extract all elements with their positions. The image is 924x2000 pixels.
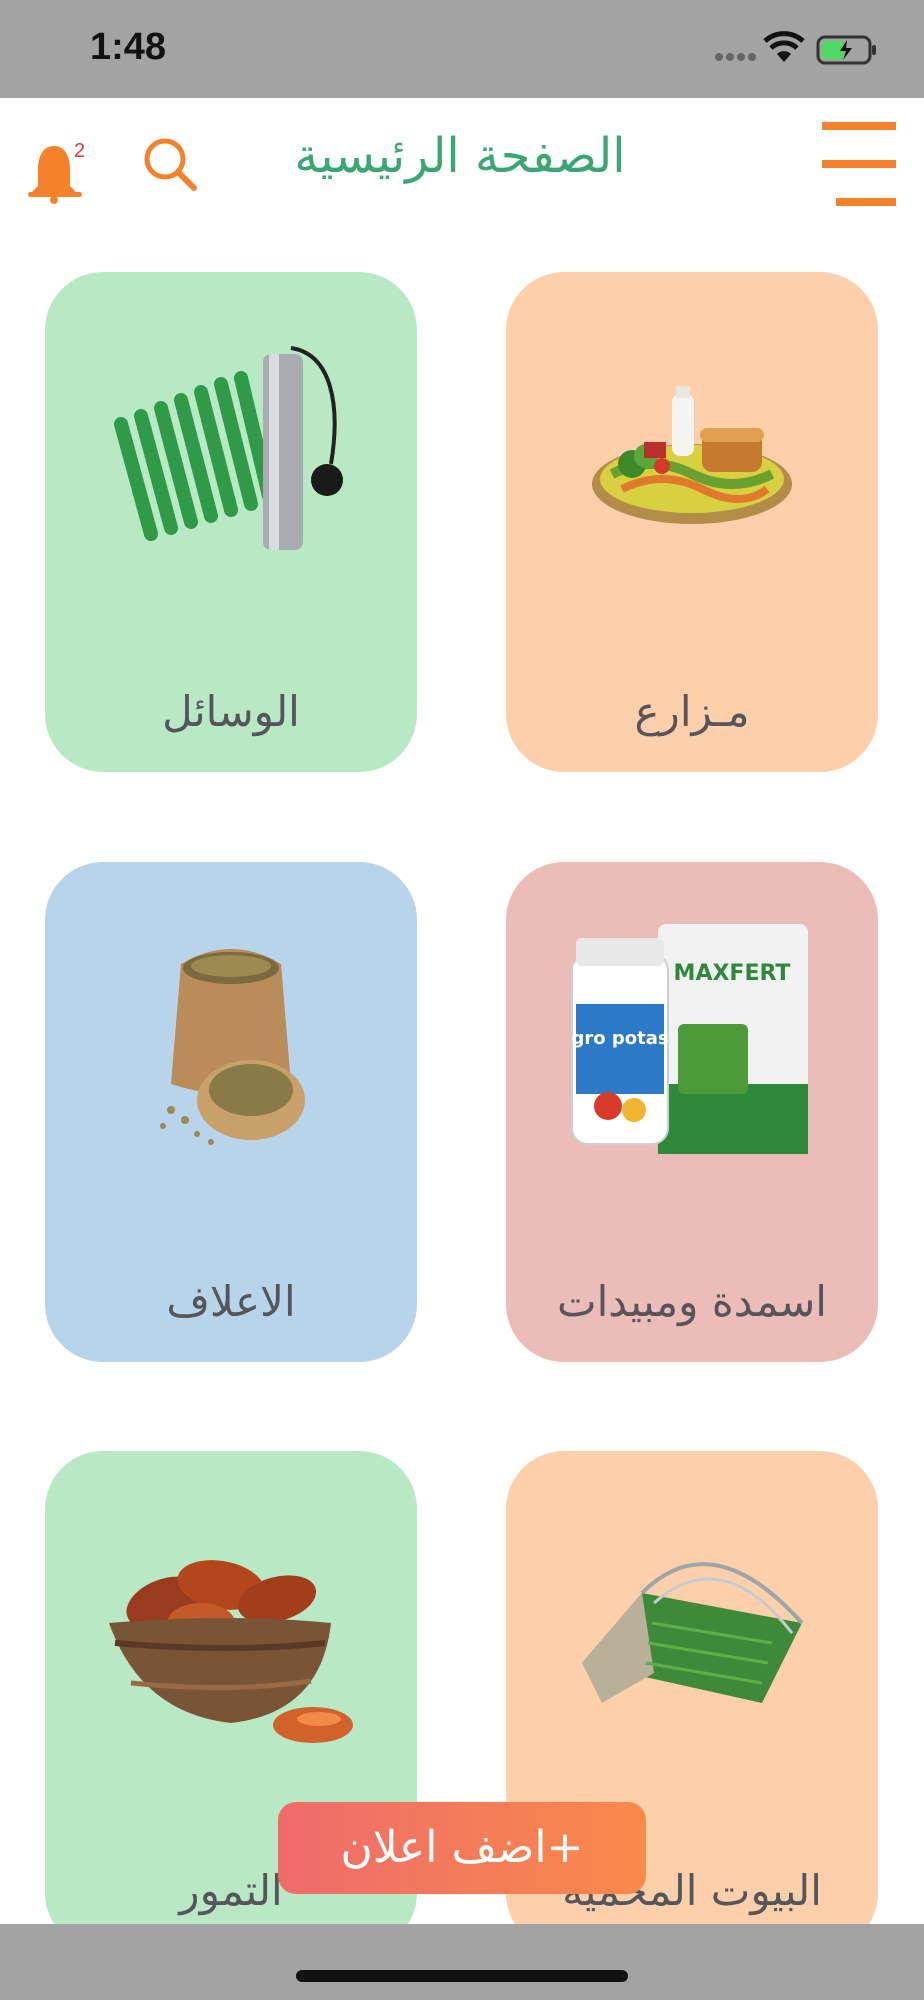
category-card-tools[interactable]: الوسائل — [45, 272, 417, 772]
dates-bowl-icon — [109, 1560, 353, 1743]
status-bar: 1:48 — [0, 0, 924, 98]
search-icon[interactable] — [140, 134, 200, 194]
notification-count-badge: 2 — [74, 140, 86, 162]
svg-text:MAXFERT: MAXFERT — [674, 961, 791, 986]
category-card-fertilizers[interactable]: MAXFERT gro potas اسمدة ومبيدات — [506, 862, 878, 1362]
category-label: اسمدة ومبيدات — [557, 1277, 827, 1326]
greenhouse-icon — [582, 1562, 804, 1703]
category-label: الاعلاف — [166, 1277, 296, 1326]
menu-icon[interactable] — [818, 122, 898, 206]
add-ad-button[interactable]: +اضف اعلان — [278, 1802, 646, 1894]
wifi-icon — [763, 31, 805, 62]
category-label: مـزارع — [634, 687, 750, 736]
bottom-safe-area — [0, 1924, 924, 2000]
feed-sacks-icon — [160, 949, 305, 1145]
category-label: الوسائل — [162, 687, 300, 736]
category-card-feed[interactable]: الاعلاف — [45, 862, 417, 1362]
pipes-pump-icon — [114, 346, 343, 550]
farm-produce-icon — [592, 386, 792, 524]
home-indicator[interactable] — [296, 1970, 628, 1982]
status-time: 1:48 — [90, 26, 167, 68]
battery-icon — [816, 35, 876, 65]
cellular-signal-icon — [715, 53, 756, 61]
app-header: 2 الصفحة الرئيسية — [0, 98, 924, 228]
category-card-farms[interactable]: مـزارع — [506, 272, 878, 772]
fertilizer-bags-icon: MAXFERT gro potas — [571, 924, 808, 1154]
svg-text:gro potas: gro potas — [571, 1028, 668, 1049]
page-title: الصفحة الرئيسية — [294, 128, 626, 184]
